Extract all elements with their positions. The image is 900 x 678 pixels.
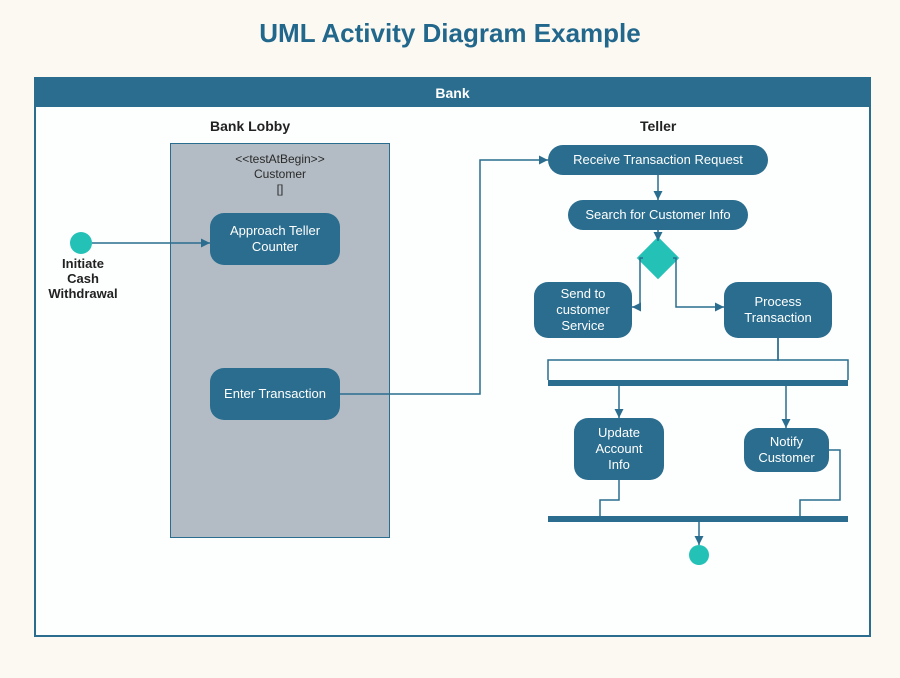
activity-receive-request: Receive Transaction Request <box>548 145 768 175</box>
swimlane-label-lobby: Bank Lobby <box>210 118 290 134</box>
join-bar-icon <box>548 516 848 522</box>
activity-search-customer: Search for Customer Info <box>568 200 748 230</box>
bank-header: Bank <box>36 79 869 107</box>
lobby-region: <<testAtBegin>> Customer [] <box>170 143 390 538</box>
stereotype-line2: Customer <box>254 167 306 181</box>
stereotype-block: <<testAtBegin>> Customer [] <box>171 144 389 197</box>
initial-node-label: Initiate Cash Withdrawal <box>38 256 128 301</box>
final-node-icon <box>689 545 709 565</box>
activity-notify-customer: Notify Customer <box>744 428 829 472</box>
activity-send-service: Send to customer Service <box>534 282 632 338</box>
init-label-l2: Cash <box>67 271 99 286</box>
activity-process-tx: Process Transaction <box>724 282 832 338</box>
stereotype-line1: <<testAtBegin>> <box>235 152 324 166</box>
swimlane-label-teller: Teller <box>640 118 676 134</box>
init-label-l3: Withdrawal <box>48 286 117 301</box>
init-label-l1: Initiate <box>62 256 104 271</box>
initial-node-icon <box>70 232 92 254</box>
stereotype-line3: [] <box>277 182 284 196</box>
uml-activity-diagram: UML Activity Diagram Example Bank Bank L… <box>0 0 900 678</box>
fork-bar-icon <box>548 380 848 386</box>
activity-enter-transaction: Enter Transaction <box>210 368 340 420</box>
diagram-title: UML Activity Diagram Example <box>0 18 900 49</box>
activity-update-account: Update Account Info <box>574 418 664 480</box>
activity-approach-teller: Approach Teller Counter <box>210 213 340 265</box>
